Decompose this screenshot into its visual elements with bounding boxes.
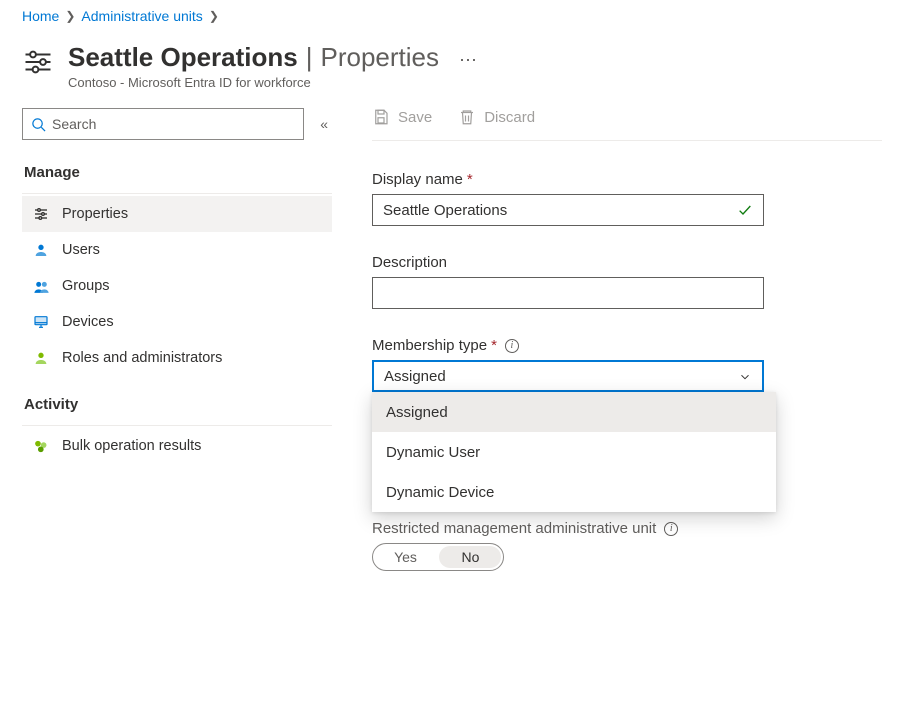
info-icon[interactable]: i xyxy=(505,339,519,353)
restricted-mgmt-label: Restricted management administrative uni… xyxy=(372,520,862,537)
save-button[interactable]: Save xyxy=(372,108,432,126)
nav-search-input[interactable] xyxy=(52,116,295,132)
tenant-label: Contoso - Microsoft Entra ID for workfor… xyxy=(68,75,478,90)
nav-item-label: Roles and administrators xyxy=(62,350,222,366)
title-separator: | xyxy=(304,42,315,73)
display-name-input[interactable]: Seattle Operations xyxy=(372,194,764,226)
nav-item-label: Groups xyxy=(62,278,110,294)
dropdown-option-assigned[interactable]: Assigned xyxy=(372,392,776,432)
collapse-nav-button[interactable]: « xyxy=(316,116,332,132)
nav-item-users[interactable]: Users xyxy=(22,232,332,268)
nav-section-manage: Manage xyxy=(22,158,332,189)
divider xyxy=(22,425,332,426)
nav-item-groups[interactable]: Groups xyxy=(22,268,332,304)
dropdown-option-dynamic-device[interactable]: Dynamic Device xyxy=(372,472,776,512)
nav-item-label: Users xyxy=(62,242,100,258)
nav-search-box[interactable] xyxy=(22,108,304,140)
page-title: Seattle Operations xyxy=(68,42,298,73)
description-input[interactable] xyxy=(372,277,764,309)
field-description: Description xyxy=(372,254,862,309)
toggle-option-no[interactable]: No xyxy=(438,549,503,565)
checkmark-icon xyxy=(737,202,753,218)
membership-type-label: Membership type xyxy=(372,337,487,354)
trash-icon xyxy=(458,108,476,126)
required-indicator: * xyxy=(467,171,473,188)
display-name-label: Display name xyxy=(372,171,463,188)
chevron-down-icon xyxy=(738,370,752,384)
breadcrumb: Home ❯ Administrative units ❯ xyxy=(0,0,898,28)
breadcrumb-admin-units[interactable]: Administrative units xyxy=(81,8,202,24)
search-icon xyxy=(31,117,46,132)
save-label: Save xyxy=(398,109,432,126)
chevron-right-icon: ❯ xyxy=(65,9,75,23)
nav-item-bulk-results[interactable]: Bulk operation results xyxy=(22,428,332,464)
membership-type-value: Assigned xyxy=(384,368,446,385)
left-nav: « Manage Properties Users xyxy=(0,100,332,571)
display-name-value: Seattle Operations xyxy=(383,202,507,219)
divider xyxy=(22,193,332,194)
restricted-mgmt-toggle[interactable]: Yes No xyxy=(372,543,504,571)
info-icon[interactable]: i xyxy=(664,522,678,536)
admin-icon xyxy=(32,349,50,367)
sliders-icon xyxy=(32,205,50,223)
content-pane: Save Discard Display name * Seattle Oper… xyxy=(332,100,898,571)
page-subtitle: Properties xyxy=(321,42,440,73)
user-icon xyxy=(32,241,50,259)
dropdown-option-dynamic-user[interactable]: Dynamic User xyxy=(372,432,776,472)
toggle-option-yes[interactable]: Yes xyxy=(373,549,438,565)
membership-type-select[interactable]: Assigned xyxy=(372,360,764,392)
nav-item-label: Devices xyxy=(62,314,114,330)
nav-section-activity: Activity xyxy=(22,390,332,421)
discard-label: Discard xyxy=(484,109,535,126)
chevron-right-icon: ❯ xyxy=(209,9,219,23)
more-actions-button[interactable]: ⋯ xyxy=(445,50,478,71)
description-label: Description xyxy=(372,254,447,271)
nav-item-properties[interactable]: Properties xyxy=(22,196,332,232)
breadcrumb-home[interactable]: Home xyxy=(22,8,59,24)
page-header: Seattle Operations | Properties ⋯ Contos… xyxy=(0,28,898,100)
nav-item-devices[interactable]: Devices xyxy=(22,304,332,340)
sliders-icon xyxy=(22,46,54,78)
device-icon xyxy=(32,313,50,331)
group-icon xyxy=(32,277,50,295)
field-membership-type: Membership type * i Assigned Assigned Dy… xyxy=(372,337,862,392)
command-bar: Save Discard xyxy=(372,108,882,141)
bulk-icon xyxy=(32,437,50,455)
nav-item-label: Properties xyxy=(62,206,128,222)
nav-item-label: Bulk operation results xyxy=(62,438,201,454)
save-icon xyxy=(372,108,390,126)
membership-type-dropdown: Assigned Dynamic User Dynamic Device xyxy=(372,392,776,512)
nav-item-roles[interactable]: Roles and administrators xyxy=(22,340,332,376)
field-display-name: Display name * Seattle Operations xyxy=(372,171,862,226)
required-indicator: * xyxy=(491,337,497,354)
discard-button[interactable]: Discard xyxy=(458,108,535,126)
